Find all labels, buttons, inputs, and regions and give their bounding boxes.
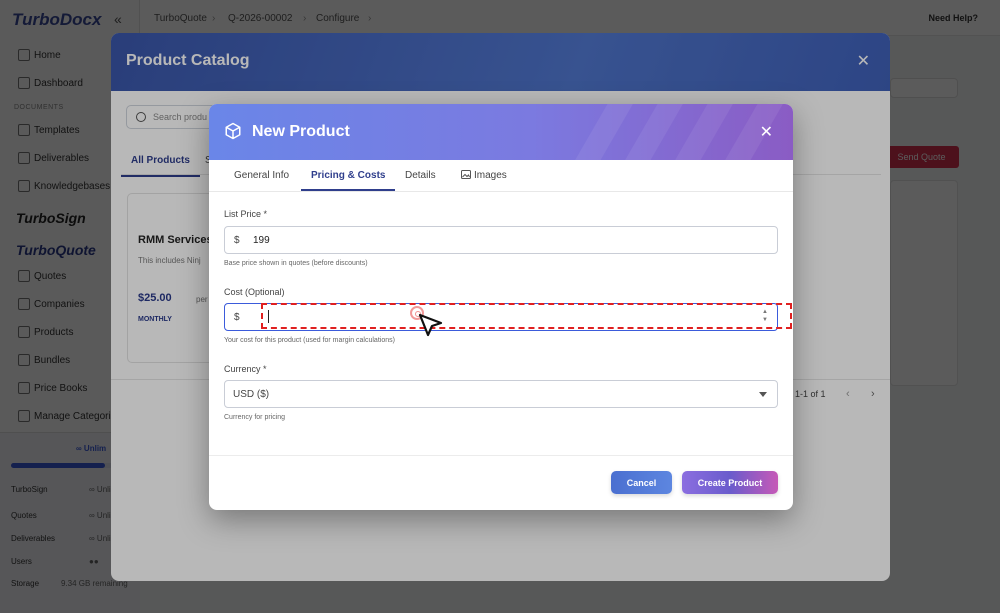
- focus-highlight: [261, 303, 792, 329]
- tab-images[interactable]: Images: [461, 170, 507, 181]
- cost-label: Cost (Optional): [224, 287, 285, 297]
- number-stepper[interactable]: ▲ ▼: [762, 308, 768, 324]
- tab-general-info[interactable]: General Info: [234, 170, 289, 181]
- package-icon: [225, 122, 241, 140]
- cost-input[interactable]: $ ▲ ▼: [224, 303, 792, 337]
- new-product-modal: New Product ✕ General Info Pricing & Cos…: [209, 104, 793, 510]
- cost-helper: Your cost for this product (used for mar…: [224, 337, 395, 344]
- image-icon: [461, 170, 471, 179]
- currency-label: Currency *: [224, 364, 267, 374]
- list-price-value: 199: [253, 235, 270, 246]
- mouse-cursor-icon: [418, 313, 443, 337]
- currency-value: USD ($): [233, 389, 270, 400]
- text-caret: [268, 310, 269, 323]
- list-price-label: List Price *: [224, 209, 268, 219]
- cancel-button[interactable]: Cancel: [611, 471, 672, 494]
- currency-prefix: $: [234, 312, 240, 323]
- new-product-header: New Product ✕: [209, 104, 793, 160]
- list-price-helper: Base price shown in quotes (before disco…: [224, 260, 368, 267]
- create-product-button[interactable]: Create Product: [682, 471, 778, 494]
- currency-prefix: $: [234, 235, 240, 246]
- currency-select[interactable]: USD ($): [224, 380, 778, 408]
- divider: [209, 455, 793, 456]
- modal-title: New Product: [252, 123, 350, 140]
- tab-details[interactable]: Details: [405, 170, 436, 181]
- list-price-input[interactable]: $ 199: [224, 226, 778, 254]
- product-tabs: General Info Pricing & Costs Details Ima…: [209, 160, 793, 192]
- currency-helper: Currency for pricing: [224, 414, 286, 421]
- tab-pricing-costs[interactable]: Pricing & Costs: [301, 170, 396, 191]
- close-icon[interactable]: ✕: [760, 122, 773, 142]
- chevron-down-icon: [759, 392, 767, 397]
